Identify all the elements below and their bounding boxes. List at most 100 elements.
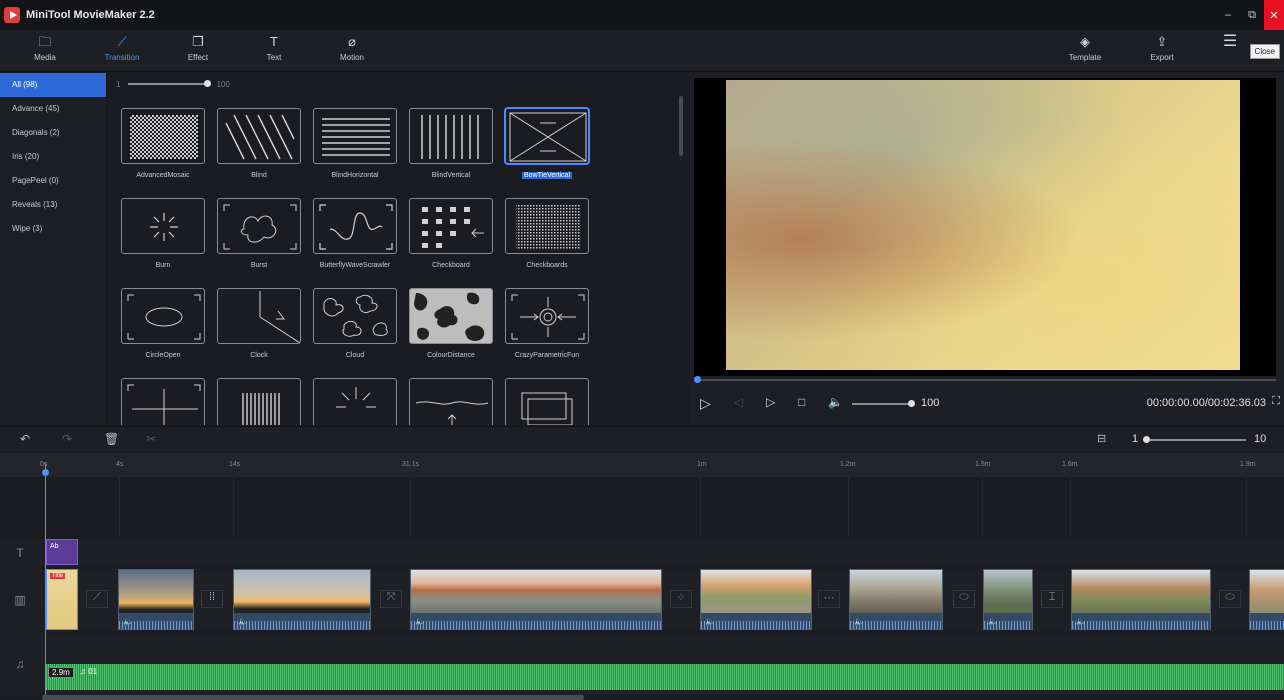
transition-tile-burn[interactable]: [121, 198, 205, 254]
category-iris[interactable]: Iris (20): [0, 145, 106, 169]
play-icon[interactable]: ▷: [700, 395, 711, 412]
delete-icon[interactable]: 🗑: [104, 432, 119, 446]
transition-tile-row4-2[interactable]: [217, 378, 301, 425]
transition-tile-bowtievertical[interactable]: [505, 108, 589, 164]
title-bar: MiniTool MovieMaker 2.2 – ⧉ ✕: [0, 0, 1284, 30]
transition-tile-checkboards[interactable]: [505, 198, 589, 254]
stop-icon[interactable]: □: [798, 395, 805, 409]
volume-knob[interactable]: [908, 400, 915, 407]
clip-thumbnail: [1072, 570, 1210, 614]
transition-tile-checkboard[interactable]: [409, 198, 493, 254]
transition-tile-circleopen[interactable]: [121, 288, 205, 344]
effect-tab[interactable]: ❐ Effect: [168, 34, 228, 62]
text-clip[interactable]: Ab: [46, 539, 78, 565]
clip-volume-icon[interactable]: 🔈: [123, 617, 133, 626]
undo-icon[interactable]: ↶: [20, 432, 30, 446]
volume-value: 100: [921, 397, 940, 409]
preview-progress-knob[interactable]: [694, 376, 701, 383]
prev-frame-icon[interactable]: ◁: [734, 395, 743, 409]
transition-tab[interactable]: ⟋ Transition: [92, 34, 152, 62]
burn-icon: [150, 213, 178, 241]
template-button[interactable]: ◈ Template: [1055, 34, 1115, 62]
transition-slot[interactable]: ⬭: [1219, 590, 1241, 608]
thumb-size-max: 100: [216, 79, 230, 89]
category-reveals[interactable]: Reveals (13): [0, 193, 106, 217]
template-icon: ◈: [1080, 34, 1090, 49]
zoom-min-label: 1: [1132, 433, 1139, 445]
music-clip[interactable]: [46, 664, 1284, 690]
export-button[interactable]: ⇪ Export: [1132, 34, 1192, 62]
blind-horizontal-icon: [322, 118, 390, 156]
text-track[interactable]: [40, 539, 1284, 567]
transition-tile-blindhorizontal[interactable]: [313, 108, 397, 164]
split-icon[interactable]: ✂: [146, 432, 156, 446]
transition-tile-blind[interactable]: [217, 108, 301, 164]
video-clip[interactable]: 🔈: [233, 569, 371, 630]
video-clip[interactable]: 🔈: [849, 569, 943, 630]
transition-tile-row4-4[interactable]: [409, 378, 493, 425]
transition-slot[interactable]: ⋯: [818, 590, 840, 608]
transition-tile-clock[interactable]: [217, 288, 301, 344]
volume-slider[interactable]: [852, 400, 915, 407]
thumb-size-knob[interactable]: [204, 80, 212, 87]
volume-icon[interactable]: 🔈: [828, 395, 843, 409]
playhead-handle[interactable]: [42, 469, 49, 476]
video-clip[interactable]: 🔈: [983, 569, 1033, 630]
timeline-ruler[interactable]: 0s 4s 14s 31.1s 1m 1.2m 1.5m 1.6m 1.9m: [0, 453, 1284, 477]
transition-slot[interactable]: ⬭: [953, 590, 975, 608]
playhead[interactable]: [45, 463, 46, 700]
blind-diagonal-icon: [225, 114, 295, 160]
grid-scrollbar[interactable]: [679, 96, 683, 156]
transition-tile-burst[interactable]: [217, 198, 301, 254]
category-diagonals[interactable]: Diagonals (2): [0, 121, 106, 145]
transition-tile-row4-5[interactable]: [505, 378, 589, 425]
transition-tile-colourdistance[interactable]: [409, 288, 493, 344]
transition-slot-checkboard[interactable]: ⁞⁞: [201, 590, 223, 608]
transition-slot-cross[interactable]: ⌶: [1041, 590, 1063, 608]
clip-volume-icon[interactable]: 🔈: [854, 617, 864, 626]
transition-slot[interactable]: ⁘: [670, 590, 692, 608]
category-advance[interactable]: Advance (45): [0, 97, 106, 121]
video-clip[interactable]: 🔈: [700, 569, 812, 630]
zoom-knob[interactable]: [1143, 436, 1150, 443]
transition-tile-row4-1[interactable]: [121, 378, 205, 425]
video-clip[interactable]: 🔈: [1071, 569, 1211, 630]
transition-tile-blindvertical[interactable]: [409, 108, 493, 164]
category-all[interactable]: All (98): [0, 73, 106, 97]
video-clip[interactable]: 🔈: [118, 569, 194, 630]
clip-volume-icon[interactable]: 🔈: [415, 617, 425, 626]
transition-tile-butterflywavescrawler[interactable]: [313, 198, 397, 254]
video-clip[interactable]: [1249, 569, 1284, 630]
fit-timeline-icon[interactable]: ⊟: [1097, 432, 1106, 445]
motion-tab[interactable]: ⌀ Motion: [322, 34, 382, 62]
thumb-size-slider[interactable]: [128, 80, 212, 87]
clip-volume-icon[interactable]: 🔈: [1076, 617, 1086, 626]
maximize-button[interactable]: ⧉: [1240, 0, 1264, 30]
transition-tile-crazyparametricfun[interactable]: [505, 288, 589, 344]
transition-tile-advancedmosaic[interactable]: [121, 108, 205, 164]
clip-volume-icon[interactable]: 🔈: [988, 617, 998, 626]
clip-volume-icon[interactable]: 🔈: [705, 617, 715, 626]
category-pagepeel[interactable]: PagePeel (0): [0, 169, 106, 193]
media-tab[interactable]: 🗀 Media: [15, 34, 75, 62]
folder-icon: 🗀: [38, 34, 52, 49]
clip-volume-icon[interactable]: 🔈: [238, 617, 248, 626]
close-button[interactable]: ✕: [1264, 0, 1284, 30]
next-frame-icon[interactable]: ▷: [766, 395, 775, 409]
category-wipe[interactable]: Wipe (3): [0, 217, 106, 241]
timeline-scrollbar[interactable]: [42, 695, 584, 700]
transition-tile-row4-3[interactable]: [313, 378, 397, 425]
video-clip[interactable]: 🔈: [410, 569, 662, 630]
preview-progress-bar[interactable]: [694, 376, 1276, 383]
redo-icon[interactable]: ↷: [62, 432, 72, 446]
transition-slot[interactable]: ⤧: [380, 590, 402, 608]
menu-button[interactable]: ☰: [1210, 34, 1250, 50]
hamburger-icon: ☰: [1222, 33, 1238, 50]
fullscreen-icon[interactable]: ⛶: [1272, 395, 1280, 408]
text-tab[interactable]: T Text: [244, 34, 304, 62]
transition-slot[interactable]: ⟋: [86, 590, 108, 608]
title-clip[interactable]: Title: [46, 569, 78, 630]
zoom-slider[interactable]: [1143, 436, 1246, 443]
transition-tile-cloud[interactable]: [313, 288, 397, 344]
minimize-button[interactable]: –: [1216, 0, 1240, 30]
